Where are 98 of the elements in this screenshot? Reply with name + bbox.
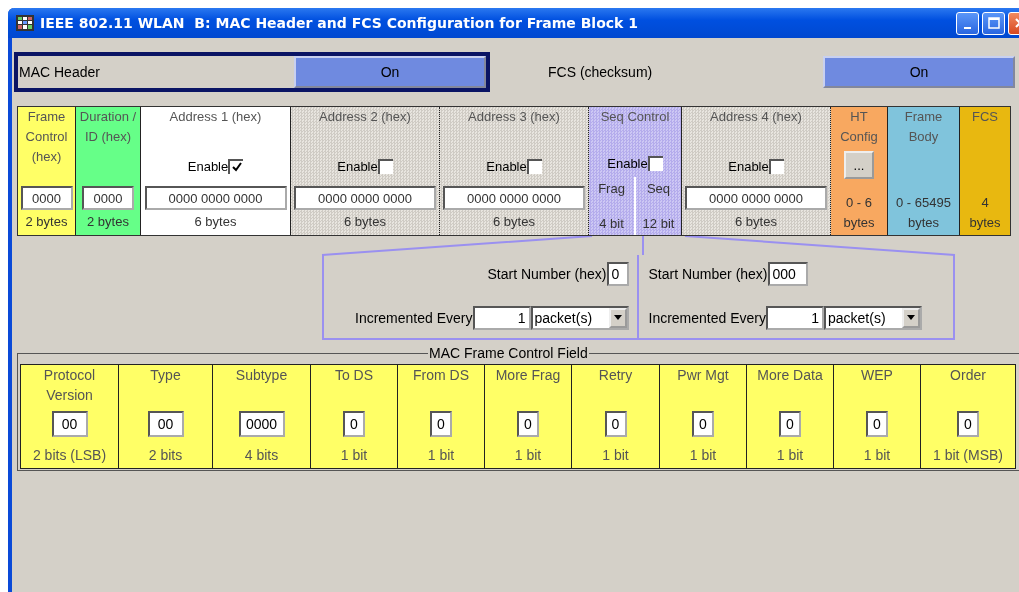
bit-size: 1 bit (427, 446, 455, 465)
enable-label: Enable (728, 158, 769, 174)
size-label: bytes (843, 214, 875, 232)
bit-name: From DS (413, 366, 469, 385)
enable-label: Enable (607, 155, 648, 171)
subfield-label: Frag (598, 181, 625, 196)
unit-dropdown[interactable]: packet(s) (824, 306, 922, 330)
bit-size: 1 bit (514, 446, 542, 465)
increment-input[interactable]: 1 (766, 306, 824, 330)
hex-input[interactable]: 0000 (82, 186, 134, 210)
bit-input[interactable]: 0 (517, 411, 539, 437)
column-header: FCS (971, 108, 999, 126)
size-label: 4 bit (599, 216, 624, 231)
enable-checkbox[interactable] (526, 158, 542, 174)
bit-name: Pwr Mgt (677, 366, 729, 385)
column-header: Frame Control (hex) (24, 108, 69, 166)
bit-size: 1 bit (863, 446, 891, 465)
bit-input[interactable]: 00 (51, 411, 88, 437)
enable-label: Enable (486, 158, 527, 174)
enable-checkbox[interactable] (647, 155, 663, 171)
bit-name: Protocol Version (42, 366, 97, 405)
increment-input[interactable]: 1 (472, 306, 531, 330)
size-label: 0 - 65495 (896, 194, 951, 212)
caret-icon (906, 315, 916, 321)
hex-input[interactable]: 0000 (20, 186, 73, 210)
bit-name: Retry (598, 366, 633, 385)
bit-size: 1 bit (689, 446, 717, 465)
mac-header-label: MAC Header (18, 64, 101, 80)
bit-name: Subtype (235, 366, 288, 385)
address-input[interactable]: 0000 0000 0000 (294, 186, 436, 210)
minimize-button[interactable] (956, 11, 979, 35)
bit-size: 2 bits (148, 446, 183, 465)
bit-name: Type (150, 366, 181, 385)
start-number-input[interactable]: 000 (767, 262, 808, 286)
bit-size: 1 bit (776, 446, 804, 465)
fcs-label: FCS (checksum) (548, 64, 654, 80)
caret-icon (612, 315, 623, 321)
bit-name: Order (950, 366, 986, 385)
bit-input[interactable]: 0 (604, 411, 627, 437)
column-header: Address 4 (hex) (709, 108, 803, 126)
subfield-label: Seq (646, 181, 671, 196)
enable-label: Enable (337, 158, 378, 174)
size-label: 0 - 6 (845, 194, 873, 212)
bit-size: 1 bit (340, 446, 368, 465)
address-input[interactable]: 0000 0000 0000 (443, 186, 585, 210)
unit-dropdown[interactable]: packet(s) (530, 306, 629, 330)
column-header: Address 3 (hex) (467, 108, 561, 126)
size-label: bytes (906, 214, 941, 232)
mac-header-toggle[interactable]: On (294, 56, 486, 88)
bit-name: More Frag (495, 366, 561, 385)
grid-icon (16, 15, 34, 31)
address-input[interactable]: 0000 0000 0000 (685, 186, 827, 210)
column-header: Duration / ID (hex) (78, 108, 138, 146)
enable-checkbox[interactable] (377, 158, 393, 174)
bit-name: To DS (334, 366, 374, 385)
bit-size: 2 bits (LSB) (32, 446, 107, 465)
fcs-toggle[interactable]: On (823, 56, 1015, 88)
bit-name: WEP (861, 366, 893, 385)
bit-input[interactable]: 0 (866, 411, 888, 437)
size-label: 12 bit (642, 216, 675, 231)
start-number-label: Start Number (hex) (648, 266, 768, 282)
bit-size: 1 bit (602, 446, 629, 465)
bit-input[interactable]: 0 (343, 411, 365, 437)
bit-input[interactable]: 0 (779, 411, 801, 437)
size-label: 6 bytes (194, 213, 237, 231)
column-header: Address 1 (hex) (168, 108, 263, 126)
bit-input[interactable]: 0 (430, 411, 452, 437)
column-header: Seq Control (599, 108, 671, 126)
bit-size: 1 bit (MSB) (933, 446, 1003, 465)
start-number-input[interactable]: 0 (606, 262, 629, 286)
size-label: 2 bytes (87, 213, 129, 231)
minimize-icon (964, 26, 971, 29)
bit-input[interactable]: 0 (957, 411, 979, 437)
window-title: IEEE 802.11 WLAN B: MAC Header and FCS Configuration for Frame Block 1 (40, 15, 638, 31)
enable-label: Enable (187, 158, 229, 174)
bit-input[interactable]: 00 (147, 411, 184, 437)
address-input[interactable]: 0000 0000 0000 (144, 186, 287, 210)
bit-input[interactable]: 0 (692, 411, 714, 437)
size-label: 4 (980, 194, 990, 212)
column-header: Address 2 (hex) (318, 108, 412, 126)
column-header: HT Config (839, 108, 879, 146)
bit-size: 4 bits (244, 446, 279, 465)
start-number-label: Start Number (hex) (487, 266, 607, 282)
bit-input[interactable]: 0000 (238, 411, 285, 437)
size-label: bytes (969, 214, 1001, 232)
size-label: 6 bytes (493, 213, 535, 231)
increment-label: Incremented Every (648, 310, 766, 326)
maximize-icon (987, 17, 1000, 29)
column-header: Frame Body (903, 108, 944, 146)
group-title: MAC Frame Control Field (428, 345, 589, 361)
size-label: 6 bytes (344, 213, 386, 231)
size-label: 2 bytes (25, 213, 68, 231)
enable-checkbox[interactable] (768, 158, 784, 174)
increment-label: Incremented Every (355, 310, 473, 326)
size-label: 6 bytes (735, 213, 777, 231)
config-button[interactable]: ... (844, 151, 874, 179)
bit-name: More Data (757, 366, 823, 385)
maximize-button[interactable] (982, 11, 1005, 35)
